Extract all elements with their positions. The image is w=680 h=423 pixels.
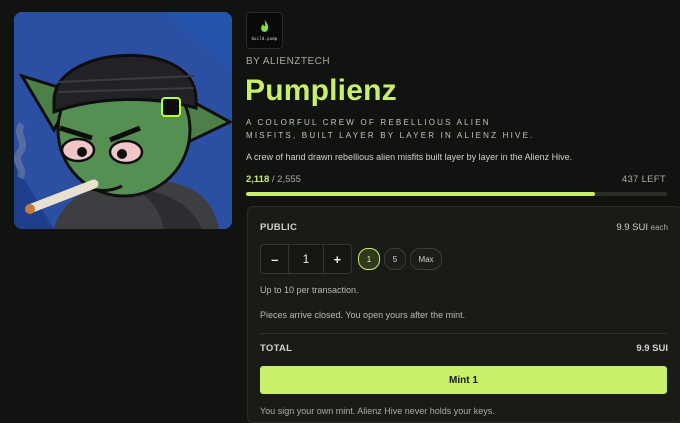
mint-progress-stats: 2,118 / 2,555 437 LEFT: [246, 174, 666, 186]
total-supply: / 2,555: [269, 174, 301, 185]
mint-phase-label: PUBLIC: [260, 222, 298, 233]
mint-price: 9.9 SUI each: [608, 222, 668, 233]
reveal-note: Pieces arrive closed. You open yours aft…: [260, 310, 466, 320]
mint-progress-fill: [246, 192, 595, 196]
decrement-button[interactable]: –: [261, 245, 288, 273]
collection-artwork: [14, 12, 232, 229]
preset-5-chip[interactable]: 5: [384, 248, 406, 270]
mint-price-value: 9.9 SUI: [616, 222, 648, 233]
preset-1-chip[interactable]: 1: [358, 248, 380, 270]
collection-title: Pumplienz: [245, 74, 397, 107]
increment-button[interactable]: +: [324, 245, 351, 273]
per-transaction-limit-note: Up to 10 per transaction.: [260, 285, 359, 295]
brand-logo: build.pump: [246, 12, 283, 49]
mint-price-unit: each: [650, 223, 668, 232]
collection-description: A crew of hand drawn rebellious alien mi…: [246, 152, 573, 162]
brand-logo-text: build.pump: [251, 36, 278, 41]
mint-panel: PUBLIC 9.9 SUI each – 1 + 1 5 Max Up to …: [247, 206, 680, 423]
creator-byline: BY ALIENZTECH: [246, 56, 331, 67]
custody-note: You sign your own mint. Alienz Hive neve…: [260, 406, 495, 416]
flame-icon: [261, 20, 269, 32]
alien-character-illustration: [14, 12, 232, 229]
collection-tagline: A COLORFUL CREW OF REBELLIOUS ALIEN MISF…: [246, 118, 535, 140]
quantity-value[interactable]: 1: [288, 245, 324, 273]
divider: [260, 333, 667, 334]
preset-max-chip[interactable]: Max: [410, 248, 442, 270]
mint-progress-bar: [246, 192, 667, 196]
total-value: 9.9 SUI: [636, 343, 668, 354]
total-label: TOTAL: [260, 343, 293, 354]
remaining-count: 437 LEFT: [621, 174, 666, 185]
minted-count: 2,118: [246, 174, 270, 185]
quantity-stepper: – 1 +: [260, 244, 352, 274]
mint-button[interactable]: Mint 1: [260, 366, 667, 394]
